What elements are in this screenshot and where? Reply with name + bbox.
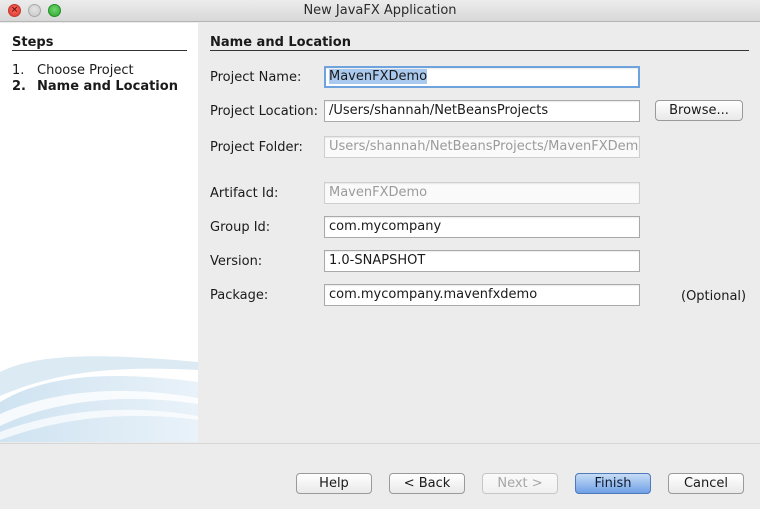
project-location-input[interactable]: /Users/shannah/NetBeansProjects xyxy=(324,100,640,122)
artifact-id-label: Artifact Id: xyxy=(210,186,279,201)
step-label: Choose Project xyxy=(37,63,134,78)
project-folder-label: Project Folder: xyxy=(210,140,303,155)
steps-divider xyxy=(12,50,187,51)
step-number: 2. xyxy=(12,79,26,94)
cancel-button[interactable]: Cancel xyxy=(668,473,744,494)
finish-button[interactable]: Finish xyxy=(575,473,651,494)
project-name-input[interactable]: MavenFXDemo xyxy=(324,66,640,88)
group-id-label: Group Id: xyxy=(210,220,271,235)
step-number: 1. xyxy=(12,63,25,78)
project-location-label: Project Location: xyxy=(210,104,318,119)
section-divider xyxy=(210,50,749,51)
close-icon: × xyxy=(10,5,19,15)
next-button[interactable]: Next > xyxy=(482,473,558,494)
section-heading: Name and Location xyxy=(210,35,351,50)
artifact-id-input: MavenFXDemo xyxy=(324,182,640,204)
netbeans-swoosh-logo xyxy=(0,356,198,442)
help-button[interactable]: Help xyxy=(296,473,372,494)
version-label: Version: xyxy=(210,254,263,269)
package-input[interactable]: com.mycompany.mavenfxdemo xyxy=(324,284,640,306)
steps-heading: Steps xyxy=(12,35,54,50)
zoom-window-button[interactable] xyxy=(48,4,61,17)
window-title: New JavaFX Application xyxy=(303,3,457,18)
back-button[interactable]: < Back xyxy=(389,473,465,494)
package-label: Package: xyxy=(210,288,269,303)
project-name-value: MavenFXDemo xyxy=(329,69,428,84)
project-folder-input: Users/shannah/NetBeansProjects/MavenFXDe… xyxy=(324,136,640,158)
step-label: Name and Location xyxy=(37,79,178,94)
browse-button[interactable]: Browse... xyxy=(655,100,743,121)
project-name-label: Project Name: xyxy=(210,70,302,85)
title-bar: New JavaFX Application × xyxy=(0,0,760,22)
step-name-and-location: 2. Name and Location xyxy=(12,79,178,94)
steps-panel: Steps 1. Choose Project 2. Name and Locati… xyxy=(0,23,198,442)
group-id-input[interactable]: com.mycompany xyxy=(324,216,640,238)
step-choose-project: 1. Choose Project xyxy=(12,63,134,78)
minimize-window-button[interactable] xyxy=(28,4,41,17)
package-optional-note: (Optional) xyxy=(681,289,747,304)
version-input[interactable]: 1.0-SNAPSHOT xyxy=(324,250,640,272)
close-window-button[interactable]: × xyxy=(8,4,21,17)
button-bar-divider xyxy=(0,443,760,444)
